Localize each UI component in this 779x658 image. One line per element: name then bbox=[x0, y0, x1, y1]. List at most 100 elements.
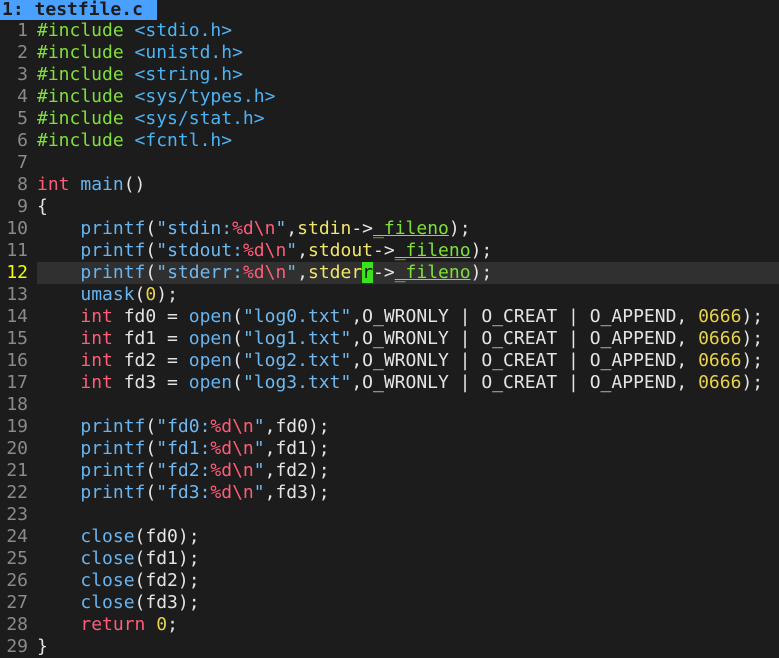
code-token: " bbox=[275, 218, 287, 239]
code-line[interactable]: 27 close(fd3); bbox=[0, 592, 779, 614]
code-line[interactable]: 3 #include <string.h> bbox=[0, 64, 779, 86]
line-number: 8 bbox=[17, 174, 28, 195]
line-number: 16 bbox=[6, 350, 28, 371]
code-token: ); bbox=[156, 284, 178, 305]
code-text: printf("stderr:%d\n",stderr->_fileno); bbox=[37, 262, 779, 284]
code-text: close(fd2); bbox=[37, 570, 199, 592]
code-token: { bbox=[37, 196, 48, 217]
line-number: 29 bbox=[6, 636, 28, 657]
line-number: 26 bbox=[6, 570, 28, 591]
line-number: 27 bbox=[6, 592, 28, 613]
code-line[interactable]: 25 close(fd1); bbox=[0, 548, 779, 570]
code-line[interactable]: 4 #include <sys/types.h> bbox=[0, 86, 779, 108]
code-line[interactable]: 17 int fd3 = open("log3.txt",O_WRONLY | … bbox=[0, 372, 779, 394]
tab-testfile[interactable]: 1: testfile.c bbox=[0, 0, 157, 20]
code-line[interactable]: 7 bbox=[0, 152, 779, 174]
code-line[interactable]: 26 close(fd2); bbox=[0, 570, 779, 592]
code-token: ( bbox=[145, 460, 157, 481]
code-token: #include bbox=[37, 108, 124, 129]
code-line[interactable]: 16 int fd2 = open("log2.txt",O_WRONLY | … bbox=[0, 350, 779, 372]
code-line[interactable]: 18 bbox=[0, 394, 779, 416]
line-number: 10 bbox=[6, 218, 28, 239]
code-line[interactable]: 13 umask(0); bbox=[0, 284, 779, 306]
code-line[interactable]: 24 close(fd0); bbox=[0, 526, 779, 548]
code-line[interactable]: 22 printf("fd3:%d\n",fd3); bbox=[0, 482, 779, 504]
line-number: 4 bbox=[17, 86, 28, 107]
code-line[interactable]: 10 printf("stdin:%d\n",stdin->_fileno); bbox=[0, 218, 779, 240]
code-line[interactable]: 23 bbox=[0, 504, 779, 526]
code-token: printf bbox=[80, 416, 146, 437]
line-number: 23 bbox=[6, 504, 28, 525]
code-line[interactable]: 5 #include <sys/stat.h> bbox=[0, 108, 779, 130]
code-line[interactable]: 8 int main() bbox=[0, 174, 779, 196]
line-number: 12 bbox=[6, 262, 28, 283]
code-token: close bbox=[80, 570, 135, 591]
code-line[interactable]: 6 #include <fcntl.h> bbox=[0, 130, 779, 152]
code-line[interactable]: 9{ bbox=[0, 196, 779, 218]
code-line[interactable]: 14 int fd0 = open("log0.txt",O_WRONLY | … bbox=[0, 306, 779, 328]
code-token: fd2 = bbox=[112, 350, 189, 371]
code-token: ); bbox=[741, 372, 764, 393]
code-token: ); bbox=[470, 240, 493, 261]
line-number: 28 bbox=[6, 614, 28, 635]
code-line[interactable]: 11 printf("stdout:%d\n",stdout->_fileno)… bbox=[0, 240, 779, 262]
code-token: %d\n bbox=[210, 416, 254, 437]
code-editor[interactable]: 1 #include <stdio.h> 2 #include <unistd.h> 3… bbox=[0, 20, 779, 658]
code-token: " bbox=[253, 438, 265, 459]
code-token: stdin bbox=[297, 218, 352, 239]
code-token: "fd2: bbox=[156, 460, 211, 481]
code-token: 0666 bbox=[698, 350, 742, 371]
code-token: #include bbox=[37, 42, 124, 63]
code-line[interactable]: 29} bbox=[0, 636, 779, 658]
code-token: 0666 bbox=[698, 306, 742, 327]
code-line[interactable]: 28 return 0; bbox=[0, 614, 779, 636]
code-token: _fileno bbox=[394, 240, 471, 261]
code-token: printf bbox=[80, 460, 146, 481]
code-line[interactable]: 19 printf("fd0:%d\n",fd0); bbox=[0, 416, 779, 438]
code-line[interactable]: 21 printf("fd2:%d\n",fd2); bbox=[0, 460, 779, 482]
code-line[interactable]: 1 #include <stdio.h> bbox=[0, 20, 779, 42]
line-number: 17 bbox=[6, 372, 28, 393]
code-line[interactable]: 12 printf("stderr:%d\n",stderr->_fileno)… bbox=[0, 262, 779, 284]
code-token: "stdin: bbox=[156, 218, 233, 239]
code-token: -> bbox=[373, 262, 395, 283]
code-token: %d\n bbox=[242, 262, 287, 283]
code-token: ); bbox=[470, 262, 493, 283]
code-token: ( bbox=[232, 372, 243, 393]
code-token: 0666 bbox=[698, 372, 742, 393]
code-token: %d\n bbox=[232, 218, 276, 239]
code-line[interactable]: 2 #include <unistd.h> bbox=[0, 42, 779, 64]
code-token: , bbox=[286, 218, 298, 239]
code-token: ,O_WRONLY | O_CREAT | O_APPEND, bbox=[351, 328, 699, 349]
code-token: int bbox=[80, 372, 113, 393]
code-token: (fd0); bbox=[134, 526, 200, 547]
line-number: 7 bbox=[17, 152, 28, 173]
line-number: 13 bbox=[6, 284, 28, 305]
text-cursor: r bbox=[362, 262, 374, 283]
code-text: printf("fd2:%d\n",fd2); bbox=[37, 460, 329, 482]
code-token: ( bbox=[145, 482, 157, 503]
line-number: 21 bbox=[6, 460, 28, 481]
code-token: #include bbox=[37, 64, 124, 85]
code-token: #include bbox=[37, 130, 124, 151]
code-token: printf bbox=[80, 240, 146, 261]
code-line[interactable]: 20 printf("fd1:%d\n",fd1); bbox=[0, 438, 779, 460]
code-token: , bbox=[297, 240, 308, 261]
code-token: ,fd0); bbox=[264, 416, 330, 437]
code-token: ); bbox=[741, 350, 764, 371]
code-token: ( bbox=[145, 438, 157, 459]
code-token: "log1.txt" bbox=[242, 328, 352, 349]
code-token: ); bbox=[741, 306, 764, 327]
line-number: 3 bbox=[17, 64, 28, 85]
code-token: ,O_WRONLY | O_CREAT | O_APPEND, bbox=[351, 372, 699, 393]
code-token: open bbox=[188, 328, 233, 349]
code-line[interactable]: 15 int fd1 = open("log1.txt",O_WRONLY | … bbox=[0, 328, 779, 350]
code-text: printf("fd0:%d\n",fd0); bbox=[37, 416, 330, 438]
